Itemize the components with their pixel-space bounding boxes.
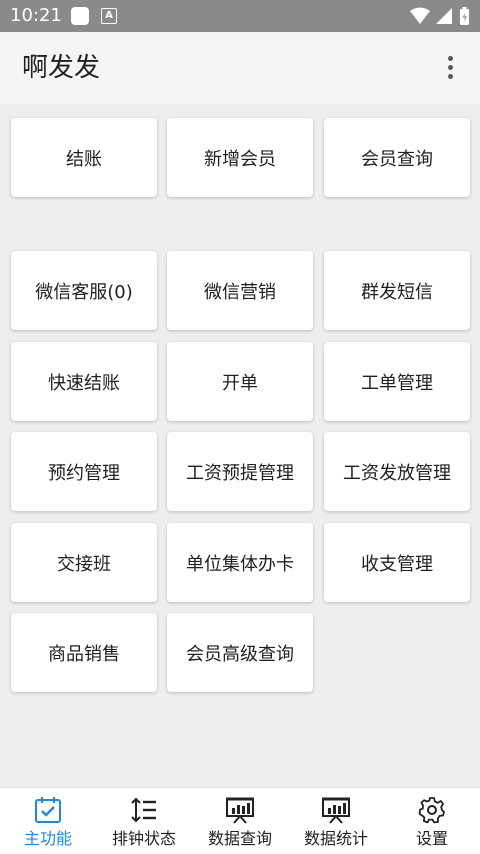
nav-data-query[interactable]: 数据查询 (192, 788, 288, 854)
nav-data-stats-label: 数据统计 (303, 829, 368, 848)
nav-data-stats[interactable]: 数据统计 (288, 788, 384, 854)
group-card-button[interactable]: 单位集体办卡 (167, 523, 313, 602)
status-bar: 10:21 A (0, 0, 480, 32)
work-order-button[interactable]: 工单管理 (324, 342, 470, 421)
presentation-chart-icon (226, 797, 254, 824)
member-query-button[interactable]: 会员查询 (324, 118, 470, 197)
nav-settings[interactable]: 设置 (384, 788, 480, 854)
quick-checkout-button[interactable]: 快速结账 (11, 342, 157, 421)
nav-main[interactable]: 主功能 (0, 788, 96, 854)
shift-handover-button[interactable]: 交接班 (11, 523, 157, 602)
product-sales-button[interactable]: 商品销售 (11, 613, 157, 692)
gear-icon (418, 797, 445, 824)
open-order-button[interactable]: 开单 (167, 342, 313, 421)
wechat-marketing-button[interactable]: 微信营销 (167, 251, 313, 330)
presentation-chart-icon (322, 797, 350, 824)
checkout-button[interactable]: 结账 (11, 118, 157, 197)
advanced-member-query-button[interactable]: 会员高级查询 (167, 613, 313, 692)
bottom-navigation: 主功能 排钟状态 数据查询 数据统计 设置 (0, 787, 480, 854)
salary-accrual-button[interactable]: 工资预提管理 (167, 432, 313, 511)
overflow-menu-icon[interactable] (438, 56, 462, 84)
calendar-check-icon (35, 797, 61, 823)
cellular-icon (436, 8, 452, 24)
nav-queue-status-label: 排钟状态 (111, 829, 176, 848)
nav-main-label: 主功能 (23, 829, 72, 848)
add-member-button[interactable]: 新增会员 (167, 118, 313, 197)
app-bar: 啊发发 (0, 32, 480, 104)
wechat-service-button[interactable]: 微信客服(0) (11, 251, 157, 330)
nav-queue-status[interactable]: 排钟状态 (96, 788, 192, 854)
nav-data-query-label: 数据查询 (207, 829, 272, 848)
appointment-button[interactable]: 预约管理 (11, 432, 157, 511)
notification-icon (71, 7, 89, 25)
bulk-sms-button[interactable]: 群发短信 (324, 251, 470, 330)
nav-settings-label: 设置 (415, 829, 448, 848)
status-time: 10:21 (10, 5, 62, 26)
status-icons (410, 7, 469, 25)
keyboard-a-icon: A (101, 8, 117, 24)
wifi-icon (410, 7, 430, 24)
app-title: 啊发发 (22, 53, 101, 83)
sort-list-icon (131, 797, 156, 823)
income-expense-button[interactable]: 收支管理 (324, 523, 470, 602)
salary-payment-button[interactable]: 工资发放管理 (324, 432, 470, 511)
